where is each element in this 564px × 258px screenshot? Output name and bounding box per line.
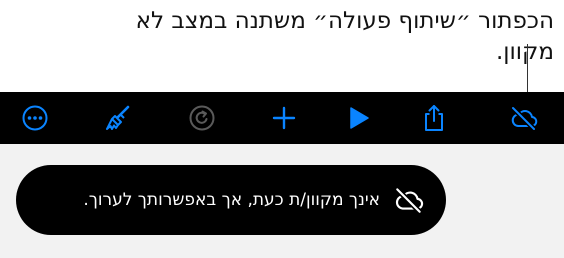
format-button[interactable]	[98, 98, 138, 138]
collaborate-offline-button[interactable]	[504, 98, 544, 138]
callout-text: הכפתור ״שיתוף פעולה״ משתנה במצב לא מקוון…	[135, 8, 554, 65]
ellipsis-circle-icon	[22, 105, 48, 131]
toolbar	[0, 92, 564, 144]
offline-toast: אינך מקוון/ת כעת, אך באפשרותך לערוך.	[16, 165, 446, 235]
more-button[interactable]	[15, 98, 55, 138]
redo-button[interactable]	[182, 98, 222, 138]
play-button[interactable]	[338, 98, 378, 138]
plus-icon	[272, 106, 296, 130]
share-button[interactable]	[414, 98, 454, 138]
play-icon	[350, 107, 369, 129]
cloud-slash-icon	[510, 105, 538, 132]
share-icon	[425, 105, 443, 131]
redo-circle-icon	[189, 105, 215, 131]
toast-cloud-slash-icon	[392, 183, 426, 217]
toast-message: אינך מקוון/ת כעת, אך באפשרותך לערוך.	[83, 190, 380, 210]
insert-button[interactable]	[264, 98, 304, 138]
paintbrush-icon	[106, 105, 130, 130]
